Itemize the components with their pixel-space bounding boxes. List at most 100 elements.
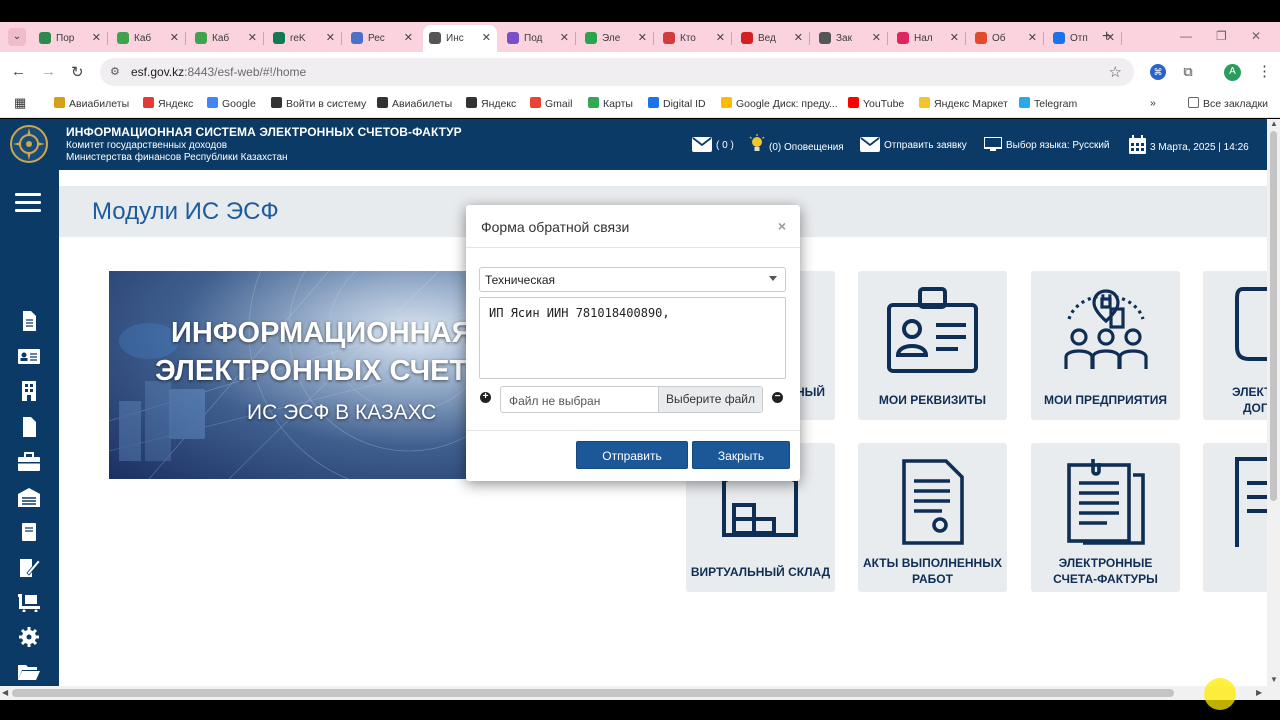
- tab-search-chevron-icon[interactable]: ⌄: [8, 28, 26, 46]
- extension-icon[interactable]: ⌘: [1150, 64, 1166, 80]
- browser-tab[interactable]: Каб ✕: [189, 25, 264, 52]
- maximize-icon[interactable]: ❐: [1216, 29, 1227, 43]
- minimize-icon[interactable]: —: [1180, 29, 1192, 43]
- browser-tab[interactable]: Нал ✕: [891, 25, 966, 52]
- profile-avatar[interactable]: A: [1224, 64, 1241, 81]
- messages-link[interactable]: ( 0 ): [692, 137, 734, 152]
- apps-grid-icon[interactable]: ▦: [14, 95, 26, 111]
- forward-arrow-icon[interactable]: →: [41, 63, 56, 80]
- browser-tab[interactable]: Эле ✕: [579, 25, 654, 52]
- address-bar[interactable]: ⚙ esf.gov.kz:8443/esf-web/#!/home ☆: [100, 58, 1134, 86]
- choose-file-button[interactable]: Выберите файл: [658, 387, 762, 412]
- tile-electronic-contracts[interactable]: ЭЛЕКТ ДОГ: [1203, 271, 1267, 420]
- browser-tab[interactable]: Кто ✕: [657, 25, 732, 52]
- bookmarks-overflow[interactable]: »: [1150, 97, 1156, 109]
- tile-module-edge[interactable]: [1203, 443, 1267, 592]
- file-icon[interactable]: [18, 417, 40, 437]
- tab-close-icon[interactable]: ✕: [248, 31, 257, 44]
- tab-close-icon[interactable]: ✕: [716, 31, 725, 44]
- bookmark-item[interactable]: Авиабилеты: [54, 97, 129, 110]
- file-input[interactable]: Файл не выбран Выберите файл: [500, 386, 763, 413]
- close-window-icon[interactable]: ✕: [1251, 29, 1261, 43]
- tab-close-icon[interactable]: ✕: [560, 31, 569, 44]
- category-select[interactable]: Техническая: [479, 267, 786, 292]
- vertical-scrollbar[interactable]: ▲ ▼: [1267, 119, 1280, 686]
- bookmark-item[interactable]: Яндекс Маркет: [919, 97, 1008, 110]
- language-selector[interactable]: Выбор языка: Русский: [984, 137, 1110, 152]
- warehouse-icon[interactable]: [18, 487, 40, 507]
- lightbulb-icon: [749, 134, 765, 151]
- url-text[interactable]: esf.gov.kz:8443/esf-web/#!/home: [131, 65, 306, 79]
- tab-close-icon[interactable]: ✕: [950, 31, 959, 44]
- scroll-left-arrow-icon[interactable]: ◀: [2, 688, 8, 697]
- tab-close-icon[interactable]: ✕: [638, 31, 647, 44]
- settings-gear-icon[interactable]: [18, 627, 40, 647]
- tab-close-icon[interactable]: ✕: [326, 31, 335, 44]
- tile-my-requisites[interactable]: МОИ РЕКВИЗИТЫ: [858, 271, 1007, 420]
- horizontal-scroll-thumb[interactable]: [12, 689, 1174, 697]
- modal-close-icon[interactable]: ×: [778, 218, 786, 234]
- bookmark-item[interactable]: Авиабилеты: [377, 97, 452, 110]
- close-button[interactable]: Закрыть: [692, 441, 790, 469]
- hamburger-menu-icon[interactable]: [15, 193, 41, 217]
- browser-tab[interactable]: Рес ✕: [345, 25, 419, 52]
- send-request-label: Отправить заявку: [884, 140, 967, 151]
- bookmark-item[interactable]: Digital ID: [648, 97, 706, 110]
- all-bookmarks[interactable]: Все закладки: [1188, 97, 1268, 110]
- extensions-puzzle-icon[interactable]: ⧉: [1180, 64, 1196, 80]
- tab-title: Инс: [446, 33, 464, 44]
- scroll-right-arrow-icon[interactable]: ▶: [1256, 688, 1262, 697]
- add-file-plus-icon[interactable]: +: [480, 392, 491, 403]
- browser-tab[interactable]: Каб ✕: [111, 25, 186, 52]
- tab-close-icon[interactable]: ✕: [482, 31, 491, 44]
- bookmark-item[interactable]: Карты: [588, 97, 633, 110]
- browser-tab[interactable]: Инс ✕: [423, 25, 497, 52]
- submit-button[interactable]: Отправить: [576, 441, 688, 469]
- back-arrow-icon[interactable]: ←: [11, 63, 26, 80]
- send-request-link[interactable]: Отправить заявку: [860, 137, 967, 152]
- bookmark-item[interactable]: Gmail: [530, 97, 572, 110]
- bookmark-item[interactable]: Google Диск: преду...: [721, 97, 838, 110]
- browser-tab[interactable]: Под ✕: [501, 25, 576, 52]
- folder-open-icon[interactable]: [18, 662, 40, 682]
- scroll-down-arrow-icon[interactable]: ▼: [1270, 675, 1278, 684]
- bookmark-item[interactable]: YouTube: [848, 97, 904, 110]
- cart-icon[interactable]: [18, 592, 40, 612]
- feedback-message-textarea[interactable]: ИП Ясин ИИН 781018400890,: [479, 297, 786, 379]
- remove-file-minus-icon[interactable]: −: [772, 392, 783, 403]
- bookmark-star-icon[interactable]: ☆: [1109, 63, 1122, 81]
- tab-close-icon[interactable]: ✕: [794, 31, 803, 44]
- book-icon[interactable]: [18, 522, 40, 542]
- scroll-up-arrow-icon[interactable]: ▲: [1270, 119, 1278, 128]
- browser-tab[interactable]: Об ✕: [969, 25, 1044, 52]
- site-settings-icon[interactable]: ⚙: [110, 65, 124, 79]
- bookmark-item[interactable]: Яндекс: [466, 97, 516, 110]
- new-tab-plus-icon[interactable]: +: [1102, 28, 1111, 46]
- horizontal-scrollbar[interactable]: ◀ ▶: [0, 686, 1280, 700]
- briefcase-icon[interactable]: [18, 452, 40, 472]
- browser-tab[interactable]: Зак ✕: [813, 25, 888, 52]
- bookmark-item[interactable]: Google: [207, 97, 256, 110]
- tab-close-icon[interactable]: ✕: [92, 31, 101, 44]
- browser-tab[interactable]: reK ✕: [267, 25, 342, 52]
- browser-menu-icon[interactable]: ⋮: [1257, 62, 1272, 80]
- tab-close-icon[interactable]: ✕: [170, 31, 179, 44]
- id-card-icon[interactable]: [18, 346, 40, 366]
- document-icon[interactable]: [18, 311, 40, 331]
- vertical-scroll-thumb[interactable]: [1270, 131, 1277, 501]
- notifications-link[interactable]: (0) Оповещения: [749, 134, 844, 154]
- building-icon[interactable]: [18, 381, 40, 401]
- tab-close-icon[interactable]: ✕: [872, 31, 881, 44]
- bookmark-item[interactable]: Telegram: [1019, 97, 1077, 110]
- tab-close-icon[interactable]: ✕: [1028, 31, 1037, 44]
- browser-tab[interactable]: Пор ✕: [33, 25, 108, 52]
- bookmark-item[interactable]: Яндекс: [143, 97, 193, 110]
- signature-icon[interactable]: [18, 557, 40, 577]
- reload-icon[interactable]: ↻: [71, 63, 84, 81]
- tile-my-enterprises[interactable]: МОИ ПРЕДПРИЯТИЯ: [1031, 271, 1180, 420]
- tile-acts-of-work[interactable]: АКТЫ ВЫПОЛНЕННЫХ РАБОТ: [858, 443, 1007, 592]
- tab-close-icon[interactable]: ✕: [404, 31, 413, 44]
- tile-electronic-invoices[interactable]: ЭЛЕКТРОННЫЕ СЧЕТА-ФАКТУРЫ: [1031, 443, 1180, 592]
- bookmark-item[interactable]: Войти в систему: [271, 97, 366, 110]
- browser-tab[interactable]: Вед ✕: [735, 25, 810, 52]
